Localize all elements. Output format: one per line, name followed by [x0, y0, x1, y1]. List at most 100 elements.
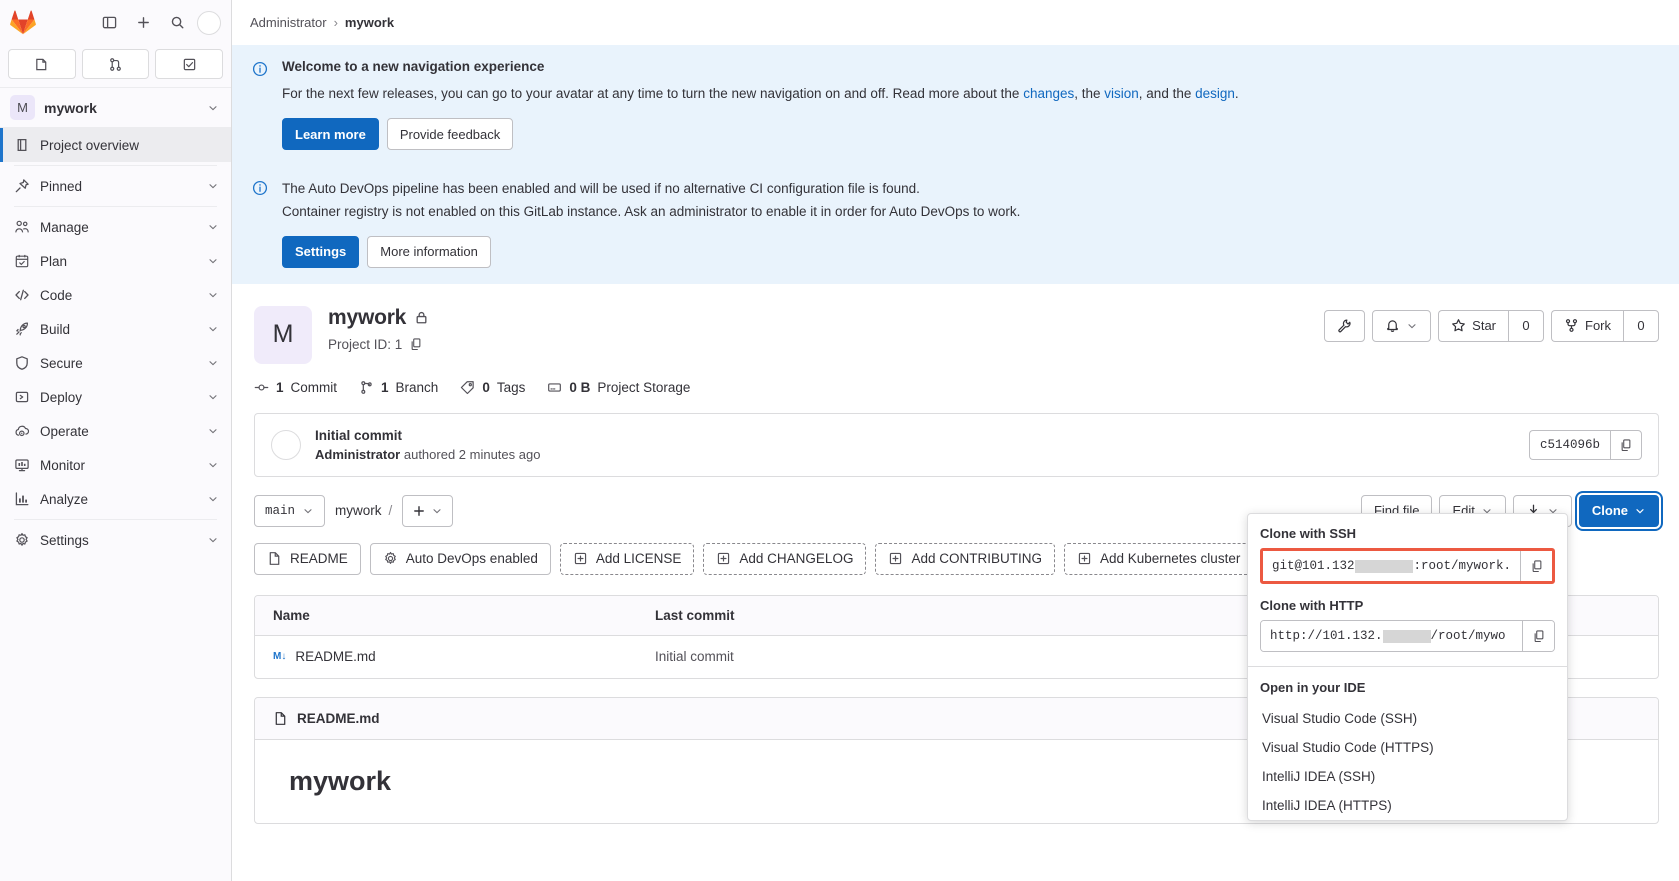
todos-icon[interactable]	[155, 49, 224, 79]
sidebar-item-deploy[interactable]: Deploy	[0, 380, 231, 414]
create-new-icon[interactable]	[129, 9, 157, 37]
sidebar-item-secure[interactable]: Secure	[0, 346, 231, 380]
auto-devops-chip-label: Auto DevOps enabled	[405, 551, 538, 567]
auto-devops-line1: The Auto DevOps pipeline has been enable…	[282, 181, 920, 197]
ide-item-intellij-https[interactable]: IntelliJ IDEA (HTTPS)	[1248, 791, 1567, 820]
copy-icon[interactable]	[1610, 429, 1642, 460]
bell-icon	[1387, 320, 1398, 333]
sidebar-item-project-overview[interactable]: Project overview	[0, 128, 231, 162]
add-to-repo-button[interactable]	[402, 494, 454, 527]
ide-item-vscode-ssh[interactable]: Visual Studio Code (SSH)	[1248, 704, 1567, 733]
sidebar-item-manage[interactable]: Manage	[0, 210, 231, 244]
auto-devops-line2: Container registry is not enabled on thi…	[282, 203, 1021, 219]
commit-sha-group: c514096b	[1528, 429, 1642, 460]
stat-commits[interactable]: 1 Commit	[254, 380, 337, 395]
clone-http-input[interactable]: http://101.132. /root/mywo	[1261, 621, 1522, 651]
design-link[interactable]: design	[1195, 86, 1235, 101]
clone-button[interactable]: Clone	[1578, 494, 1659, 527]
copy-icon[interactable]	[1520, 551, 1552, 581]
shield-icon	[16, 356, 28, 370]
chevron-down-icon	[209, 463, 217, 468]
stat-branches[interactable]: 1 Branch	[359, 380, 438, 395]
pin-icon	[15, 179, 29, 193]
breadcrumb-root[interactable]: Administrator	[250, 15, 327, 30]
clone-ssh-label: Clone with SSH	[1260, 526, 1357, 541]
sidebar-label-analyze: Analyze	[40, 491, 89, 507]
ide-item-intellij-ssh[interactable]: IntelliJ IDEA (SSH)	[1248, 762, 1567, 791]
commit-title[interactable]: Initial commit	[315, 428, 1515, 443]
add-contributing-chip[interactable]: Add CONTRIBUTING	[875, 542, 1055, 575]
project-identity: M mywork Project ID: 1	[254, 305, 1324, 364]
star-label: Star	[1472, 318, 1496, 334]
fork-count[interactable]: 0	[1623, 309, 1659, 342]
auto-devops-chip[interactable]: Auto DevOps enabled	[369, 542, 551, 575]
sidebar-project-switcher[interactable]: M mywork	[0, 87, 231, 128]
search-icon[interactable]	[163, 9, 191, 37]
add-license-chip[interactable]: Add LICENSE	[559, 542, 695, 575]
stat-storage[interactable]: 0 B Project Storage	[547, 380, 690, 395]
stat-tags[interactable]: 0 Tags	[460, 380, 525, 395]
clone-http-label: Clone with HTTP	[1260, 598, 1364, 613]
sidebar-divider	[14, 519, 217, 520]
clone-http-field[interactable]: http://101.132. /root/mywo	[1260, 620, 1555, 652]
page-title: mywork	[328, 305, 407, 329]
add-changelog-chip[interactable]: Add CHANGELOG	[703, 542, 867, 575]
copy-icon[interactable]	[1522, 621, 1554, 651]
commit-author-avatar	[271, 429, 301, 460]
project-actions: Star 0 Fork 0	[1324, 306, 1659, 342]
more-information-button[interactable]: More information	[367, 235, 491, 268]
alert-text-before: For the next few releases, you can go to…	[282, 86, 1024, 101]
sidebar-divider	[14, 206, 217, 207]
commit-icon	[254, 384, 269, 391]
sidebar-item-plan[interactable]: Plan	[0, 244, 231, 278]
sidebar-item-monitor[interactable]: Monitor	[0, 448, 231, 482]
file-icon	[275, 711, 286, 725]
project-id-row: Project ID: 1	[328, 337, 429, 352]
alert-text-mid2: , and the	[1138, 86, 1196, 101]
fork-button[interactable]: Fork	[1551, 309, 1623, 342]
sidebar-item-operate[interactable]: Operate	[0, 414, 231, 448]
clone-ssh-field[interactable]: git@101.132:root/mywork.	[1260, 548, 1555, 584]
stat-branches-value: 1	[381, 379, 389, 395]
branch-selector[interactable]: main	[254, 494, 326, 527]
vision-link[interactable]: vision	[1104, 86, 1139, 101]
provide-feedback-button[interactable]: Provide feedback	[386, 118, 514, 151]
rocket-icon	[16, 322, 28, 336]
stat-commits-label: Commit	[290, 379, 338, 395]
readme-chip[interactable]: README	[254, 542, 361, 575]
sidebar-item-analyze[interactable]: Analyze	[0, 482, 231, 516]
commit-author[interactable]: Administrator	[315, 447, 400, 462]
user-avatar[interactable]	[197, 10, 221, 35]
sidebar-top-bar	[0, 0, 231, 45]
alert-text-mid1: , the	[1074, 86, 1105, 101]
repo-path-root[interactable]: mywork	[335, 503, 382, 518]
issues-icon[interactable]	[8, 49, 76, 79]
notifications-button[interactable]	[1372, 309, 1432, 342]
plus-square-icon	[574, 553, 587, 565]
toggle-sidebar-icon[interactable]	[95, 9, 123, 37]
copy-icon[interactable]	[409, 337, 423, 351]
breadcrumb-current[interactable]: mywork	[345, 15, 394, 30]
wrench-button[interactable]	[1324, 309, 1366, 342]
star-count[interactable]: 0	[1508, 309, 1544, 342]
sidebar-item-settings[interactable]: Settings	[0, 523, 231, 557]
sidebar-item-code[interactable]: Code	[0, 278, 231, 312]
sidebar-item-build[interactable]: Build	[0, 312, 231, 346]
clone-ssh-input[interactable]: git@101.132:root/mywork.	[1263, 551, 1520, 581]
changes-link[interactable]: changes	[1023, 86, 1074, 101]
chevron-down-icon	[209, 497, 217, 502]
commit-sha[interactable]: c514096b	[1528, 429, 1610, 460]
file-name[interactable]: README.md	[295, 649, 375, 664]
stat-tags-value: 0	[482, 379, 490, 395]
learn-more-button[interactable]: Learn more	[282, 118, 379, 151]
merge-requests-icon[interactable]	[81, 49, 150, 79]
ide-item-vscode-https[interactable]: Visual Studio Code (HTTPS)	[1248, 733, 1567, 762]
gitlab-logo-icon[interactable]	[10, 9, 36, 36]
add-kubernetes-chip[interactable]: Add Kubernetes cluster	[1063, 542, 1254, 575]
markdown-icon: M↓	[273, 651, 287, 663]
sidebar-item-pinned[interactable]: Pinned	[0, 169, 231, 203]
star-button[interactable]: Star	[1438, 309, 1508, 342]
settings-button[interactable]: Settings	[282, 235, 360, 268]
clone-http-suffix: /root/mywo	[1430, 629, 1506, 643]
plus-square-icon	[1078, 553, 1091, 565]
